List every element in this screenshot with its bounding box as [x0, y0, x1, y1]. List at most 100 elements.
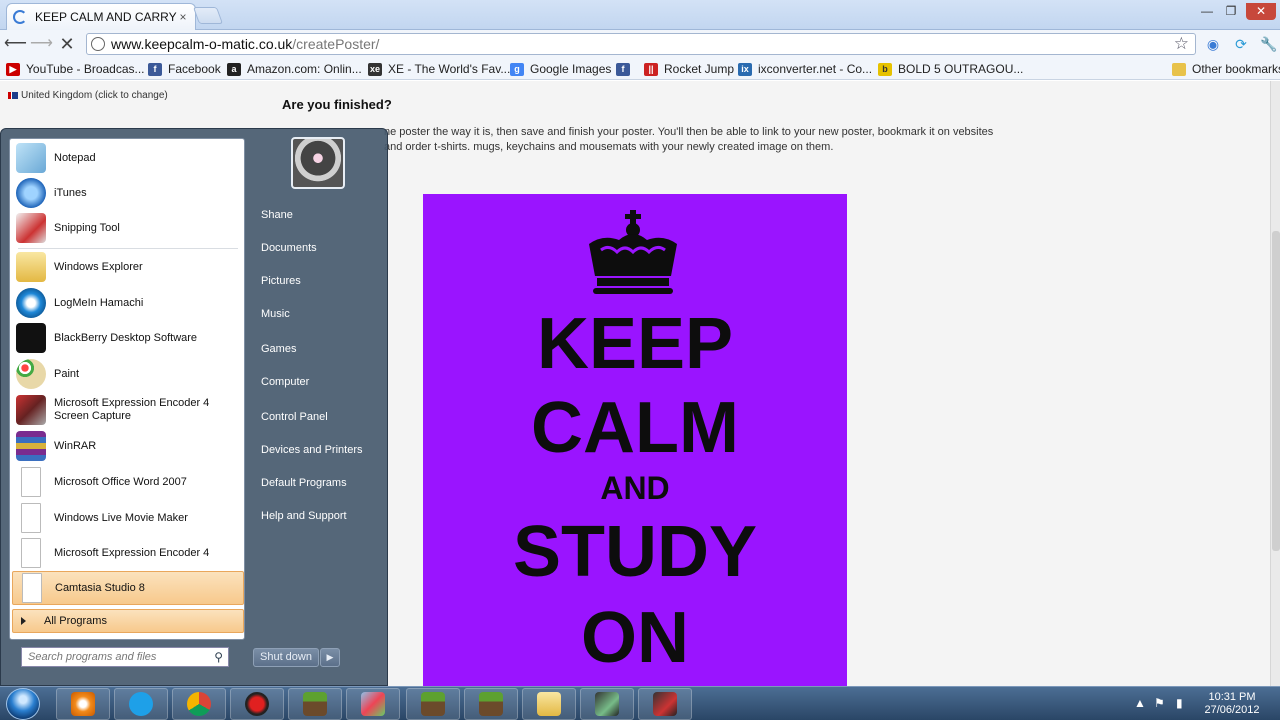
program-movie-maker[interactable]: Windows Live Movie Maker: [12, 501, 244, 535]
new-tab-button[interactable]: [192, 7, 224, 24]
program-label: iTunes: [54, 186, 87, 199]
show-hidden-icons[interactable]: ▲: [1134, 696, 1146, 710]
place-devices-printers[interactable]: Devices and Printers: [261, 444, 363, 456]
bookmark-label: Facebook: [168, 62, 221, 76]
browser-tab[interactable]: KEEP CALM AND CARRY ON ×: [6, 3, 196, 30]
country-label: United Kingdom (click to change): [21, 90, 168, 101]
network-signal-icon[interactable]: ▮: [1176, 696, 1183, 710]
uk-flag-icon: [8, 92, 18, 99]
bookmark-star-icon[interactable]: ☆: [1174, 34, 1189, 54]
poster-line-on: ON: [581, 598, 689, 678]
taskbar-skype[interactable]: [114, 688, 168, 720]
clock[interactable]: 10:31 PM 27/06/2012: [1196, 691, 1268, 717]
bookmark-label: ixconverter.net - Co...: [758, 62, 873, 76]
folder-icon: [1172, 62, 1186, 76]
program-winrar[interactable]: WinRAR: [12, 429, 244, 463]
chrome-icon: [187, 692, 211, 716]
extension-translate-icon[interactable]: ⟳: [1232, 36, 1250, 52]
user-avatar[interactable]: [291, 137, 345, 189]
bookmark-youtube[interactable]: ▶ YouTube - Broadcas...: [6, 61, 145, 77]
forward-button[interactable]: ⟶: [30, 34, 53, 54]
program-camtasia[interactable]: Camtasia Studio 8: [12, 571, 244, 605]
close-window-button[interactable]: ✕: [1246, 3, 1276, 20]
place-user-folder[interactable]: Shane: [261, 209, 293, 221]
program-label: Paint: [54, 367, 80, 380]
bookmark-google-images[interactable]: g Google Images: [510, 61, 611, 77]
arrow-right-icon: [21, 617, 26, 625]
address-bar[interactable]: www.keepcalm-o-matic.co.uk /createPoster…: [86, 33, 1196, 55]
minecraft-icon: [479, 692, 503, 716]
taskbar-explorer[interactable]: [522, 688, 576, 720]
taskbar-minecraft-1[interactable]: [288, 688, 342, 720]
program-hamachi[interactable]: LogMeIn Hamachi: [12, 286, 244, 320]
amazon-icon: a: [227, 62, 241, 76]
start-button[interactable]: [6, 688, 40, 720]
clock-date: 27/06/2012: [1204, 704, 1260, 716]
taskbar-media-player[interactable]: [56, 688, 110, 720]
document-icon: [21, 467, 41, 497]
taskbar-minecraft-3[interactable]: [464, 688, 518, 720]
place-pictures[interactable]: Pictures: [261, 275, 301, 287]
wrench-menu-icon[interactable]: 🔧: [1260, 36, 1278, 52]
action-center-flag-icon[interactable]: ⚑: [1154, 696, 1165, 710]
program-itunes[interactable]: iTunes: [12, 176, 244, 210]
notepad-icon: [16, 143, 46, 173]
camtasia-recorder-icon: [653, 692, 677, 716]
minecraft-icon: [421, 692, 445, 716]
minecraft-icon: [303, 692, 327, 716]
program-label: Windows Live Movie Maker: [54, 511, 188, 524]
program-encoder-screen-capture[interactable]: Microsoft Expression Encoder 4 Screen Ca…: [12, 393, 244, 427]
bookmark-facebook[interactable]: f Facebook: [148, 61, 221, 77]
program-windows-explorer[interactable]: Windows Explorer: [12, 250, 244, 284]
place-control-panel[interactable]: Control Panel: [261, 411, 328, 423]
extension-eye-icon[interactable]: ◉: [1204, 36, 1222, 52]
search-icon[interactable]: ⚲: [214, 650, 223, 664]
bookmark-ixconverter[interactable]: ix ixconverter.net - Co...: [738, 61, 872, 77]
other-bookmarks[interactable]: Other bookmarks: [1172, 61, 1280, 77]
tab-close-icon[interactable]: ×: [177, 10, 189, 24]
program-word-2007[interactable]: Microsoft Office Word 2007: [12, 465, 244, 499]
minimize-button[interactable]: —: [1196, 3, 1218, 20]
taskbar-minecraft-2[interactable]: [406, 688, 460, 720]
bookmark-xe[interactable]: xe XE - The World's Fav...: [368, 61, 510, 77]
taskbar-chrome[interactable]: [172, 688, 226, 720]
program-snipping-tool[interactable]: Snipping Tool: [12, 211, 244, 245]
country-selector[interactable]: United Kingdom (click to change): [8, 90, 168, 101]
place-documents[interactable]: Documents: [261, 242, 317, 254]
url-path: /createPoster/: [292, 36, 380, 52]
bookmark-label: Amazon.com: Onlin...: [247, 62, 362, 76]
bookmark-bold5[interactable]: b BOLD 5 OUTRAGOU...: [878, 61, 1023, 77]
facebook-icon: f: [616, 62, 630, 76]
page-scrollbar[interactable]: [1270, 81, 1280, 686]
program-blackberry[interactable]: BlackBerry Desktop Software: [12, 321, 244, 355]
place-games[interactable]: Games: [261, 343, 296, 355]
program-expression-encoder[interactable]: Microsoft Expression Encoder 4: [12, 536, 244, 570]
taskbar-app-red[interactable]: [230, 688, 284, 720]
place-default-programs[interactable]: Default Programs: [261, 477, 347, 489]
all-programs-button[interactable]: All Programs: [12, 609, 244, 633]
taskbar-camtasia[interactable]: [580, 688, 634, 720]
bookmark-facebook-2[interactable]: f: [616, 61, 636, 77]
start-search-input[interactable]: Search programs and files ⚲: [21, 647, 229, 667]
folder-icon: [537, 692, 561, 716]
scrollbar-thumb[interactable]: [1272, 231, 1280, 551]
bookmark-amazon[interactable]: a Amazon.com: Onlin...: [227, 61, 362, 77]
shutdown-options-button[interactable]: ▶: [320, 648, 340, 667]
clock-time: 10:31 PM: [1208, 691, 1256, 703]
maximize-button[interactable]: ❐: [1220, 3, 1242, 20]
program-notepad[interactable]: Notepad: [12, 141, 244, 175]
program-label: Microsoft Expression Encoder 4 Screen Ca…: [54, 397, 210, 422]
place-help-support[interactable]: Help and Support: [261, 510, 347, 522]
place-computer[interactable]: Computer: [261, 376, 309, 388]
back-button[interactable]: ⟵: [4, 34, 27, 54]
taskbar-camtasia-recorder[interactable]: [638, 688, 692, 720]
taskbar-network[interactable]: [346, 688, 400, 720]
bookmark-label: XE - The World's Fav...: [388, 62, 511, 76]
stop-button[interactable]: ✕: [56, 34, 78, 54]
shutdown-button[interactable]: Shut down: [253, 648, 319, 667]
other-bookmarks-label: Other bookmarks: [1192, 62, 1280, 76]
bookmark-rocket-jump[interactable]: || Rocket Jump: [644, 61, 734, 77]
page-icon: [91, 37, 105, 51]
program-paint[interactable]: Paint: [12, 357, 244, 391]
place-music[interactable]: Music: [261, 308, 290, 320]
